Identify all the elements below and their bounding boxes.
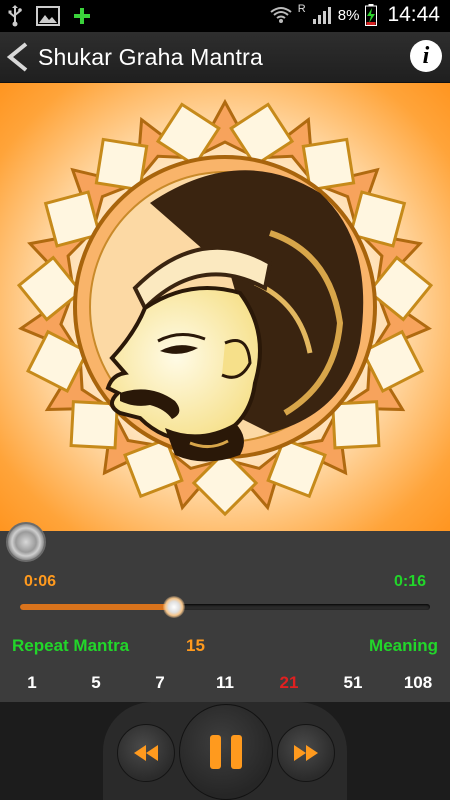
pause-button[interactable] [179, 704, 273, 800]
repeat-option[interactable]: 7 [155, 673, 164, 693]
seek-bar-progress [20, 604, 174, 610]
repeat-options: 1 5 7 11 21 51 108 [0, 673, 450, 695]
meaning-button[interactable]: Meaning [369, 636, 438, 656]
status-bar: R 8% 14:44 [0, 0, 450, 32]
playback-controls [0, 702, 450, 800]
repeat-option[interactable]: 11 [216, 673, 234, 693]
seek-bar-thumb[interactable] [162, 596, 185, 618]
deity-artwork [0, 83, 450, 531]
rewind-button[interactable] [117, 724, 175, 782]
plus-icon [74, 8, 90, 24]
repeat-option[interactable]: 21 [280, 673, 299, 693]
fast-forward-button[interactable] [277, 724, 335, 782]
battery-charging-icon [365, 4, 378, 26]
disc-knob-icon[interactable] [6, 522, 46, 562]
repeat-option[interactable]: 51 [344, 673, 363, 693]
wifi-icon [270, 7, 292, 23]
clock: 14:44 [387, 3, 440, 26]
page-title: Shukar Graha Mantra [38, 44, 263, 70]
roaming-indicator: R [297, 3, 306, 15]
total-time: 0:16 [393, 573, 426, 590]
repeat-option[interactable]: 5 [91, 673, 100, 693]
pause-icon [210, 735, 242, 769]
gallery-icon [36, 6, 60, 26]
battery-percent: 8% [337, 6, 360, 24]
repeat-count: 15 [186, 636, 205, 655]
fast-forward-icon [294, 745, 318, 761]
repeat-mantra-label: Repeat Mantra [12, 636, 130, 655]
rewind-icon [134, 745, 158, 761]
title-bar: Shukar Graha Mantra i [0, 32, 450, 83]
back-arrow-icon[interactable] [4, 40, 34, 74]
shukra-illustration [16, 98, 434, 517]
seek-bar[interactable] [20, 596, 430, 618]
repeat-option[interactable]: 108 [404, 673, 432, 693]
repeat-option[interactable]: 1 [27, 673, 36, 693]
elapsed-time: 0:06 [24, 573, 57, 590]
signal-icon [312, 7, 331, 24]
info-icon[interactable]: i [410, 40, 442, 72]
usb-icon [8, 5, 22, 27]
